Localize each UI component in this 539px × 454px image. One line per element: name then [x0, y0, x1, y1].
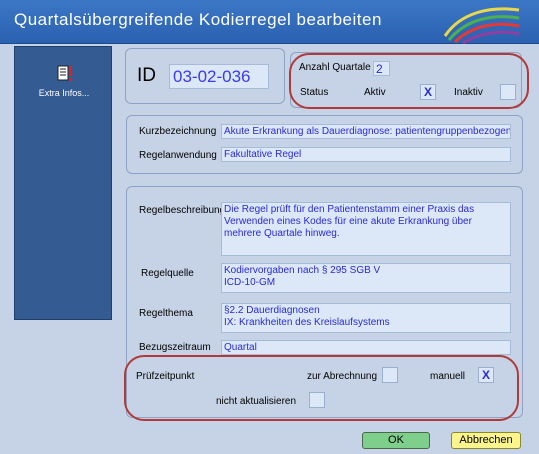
regelthema-label: Regelthema — [139, 308, 193, 319]
kurzbezeichnung-label: Kurzbezeichnung — [139, 126, 217, 137]
quartale-panel — [290, 52, 522, 108]
regelbeschreibung-label: Regelbeschreibung — [139, 205, 226, 216]
aktiv-label: Aktiv — [364, 87, 386, 98]
nicht-aktualisieren-checkbox[interactable] — [309, 392, 325, 408]
zur-abrechnung-checkbox[interactable] — [382, 367, 398, 383]
inaktiv-checkbox[interactable] — [500, 84, 516, 100]
regelquelle-line: ICD-10-GM — [224, 277, 276, 288]
regelanwendung-field[interactable]: Fakultative Regel — [221, 147, 511, 162]
bezugszeitraum-field[interactable]: Quartal — [221, 340, 511, 355]
regelquelle-line: Kodiervorgaben nach § 295 SGB V — [224, 265, 381, 276]
ok-button[interactable]: OK — [362, 432, 430, 449]
sidebar: Extra Infos... — [14, 46, 112, 320]
title-bar: Quartalsübergreifende Kodierregel bearbe… — [0, 0, 539, 44]
zur-abrechnung-label: zur Abrechnung — [307, 371, 378, 382]
anzahl-quartale-label: Anzahl Quartale — [299, 62, 371, 73]
document-warning-icon — [57, 65, 72, 81]
bezugszeitraum-label: Bezugszeitraum — [139, 342, 211, 353]
id-label: ID — [137, 65, 156, 86]
logo-swoosh-icon — [443, 7, 520, 44]
status-label: Status — [300, 87, 329, 98]
sidebar-item-extra-infos[interactable]: Extra Infos... — [15, 47, 111, 107]
manuell-checkbox[interactable]: X — [478, 367, 494, 383]
regelthema-line: IX: Krankheiten des Kreislaufsystems — [224, 317, 390, 328]
pruefzeitpunkt-label: Prüfzeitpunkt — [136, 371, 195, 382]
id-field[interactable]: 03-02-036 — [169, 64, 269, 89]
regelquelle-field[interactable]: Kodiervorgaben nach § 295 SGB V ICD-10-G… — [221, 263, 511, 293]
window-title: Quartalsübergreifende Kodierregel bearbe… — [14, 10, 382, 29]
aktiv-checkbox[interactable]: X — [420, 84, 436, 100]
regelquelle-label: Regelquelle — [141, 268, 194, 279]
sidebar-item-label: Extra Infos... — [38, 88, 90, 98]
regelanwendung-label: Regelanwendung — [139, 150, 217, 161]
regelthema-line: §2.2 Dauerdiagnosen — [224, 305, 320, 316]
inaktiv-label: Inaktiv — [454, 87, 483, 98]
regelbeschreibung-field[interactable]: Die Regel prüft für den Patientenstamm e… — [221, 202, 511, 256]
kurzbezeichnung-field[interactable]: Akute Erkrankung als Dauerdiagnose: pati… — [221, 124, 511, 139]
nicht-aktualisieren-label: nicht aktualisieren — [216, 396, 297, 407]
cancel-button[interactable]: Abbrechen — [451, 432, 521, 449]
manuell-label: manuell — [430, 371, 466, 382]
anzahl-quartale-field[interactable]: 2 — [373, 61, 390, 76]
regelthema-field[interactable]: §2.2 Dauerdiagnosen IX: Krankheiten des … — [221, 303, 511, 333]
